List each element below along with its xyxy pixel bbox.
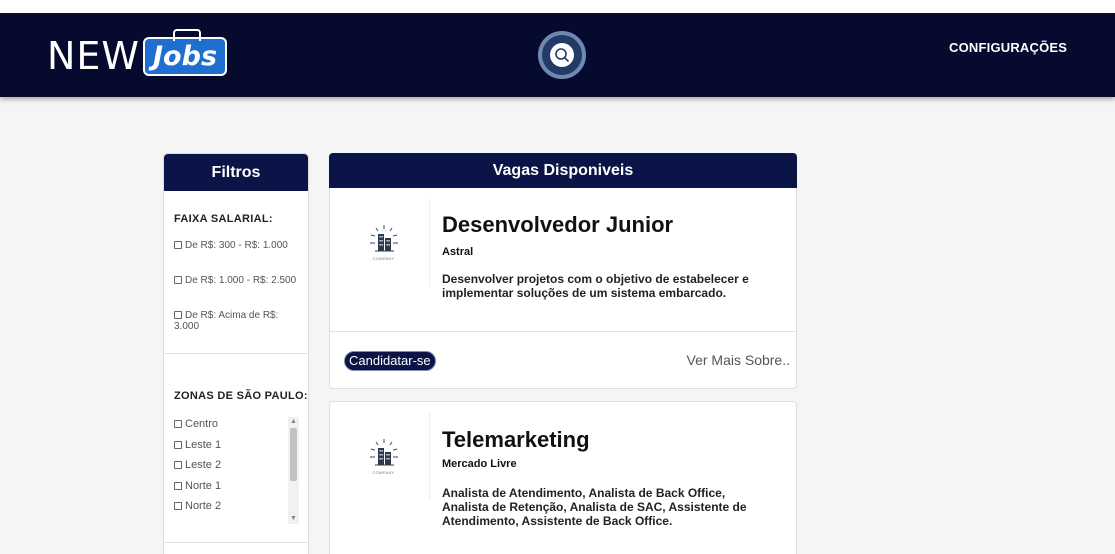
see-more-link[interactable]: Ver Mais Sobre.. bbox=[687, 352, 791, 368]
zones-scrollbar[interactable]: ▲ ▼ bbox=[288, 417, 299, 524]
building-icon bbox=[369, 224, 398, 251]
zone-option-norte-2[interactable]: Norte 2 bbox=[174, 499, 294, 520]
top-navbar: NEW Jobs CONFIGURAÇÕES bbox=[0, 0, 1115, 97]
logo-text-jobs: Jobs bbox=[143, 28, 228, 76]
scroll-up-arrow-icon[interactable]: ▲ bbox=[288, 417, 299, 427]
company-logo: COMPANY bbox=[338, 412, 430, 500]
salary-option-label: De R$: 1.000 - R$: 2.500 bbox=[185, 275, 297, 286]
zones-title: ZONAS DE SÃO PAULO: bbox=[174, 390, 308, 402]
search-button[interactable] bbox=[538, 31, 586, 79]
zone-option-centro[interactable]: Centro bbox=[174, 417, 294, 438]
zone-option-norte-1[interactable]: Norte 1 bbox=[174, 479, 294, 500]
company-logo-caption: COMPANY bbox=[372, 469, 395, 475]
salary-option[interactable]: De R$: Acima de R$: 3.000 bbox=[174, 310, 298, 332]
settings-link[interactable]: CONFIGURAÇÕES bbox=[949, 40, 1067, 55]
company-logo: COMPANY bbox=[338, 198, 430, 286]
job-description: Analista de Atendimento, Analista de Bac… bbox=[442, 486, 747, 528]
checkbox[interactable] bbox=[174, 311, 182, 319]
apply-button[interactable]: Candidatar-se bbox=[344, 351, 436, 371]
zone-option-label: Norte 2 bbox=[185, 500, 222, 512]
scrollbar-thumb[interactable] bbox=[290, 428, 297, 481]
window-top-strip bbox=[0, 0, 1115, 13]
zones-list[interactable]: Centro Leste 1 Leste 2 Norte 1 Norte 2 bbox=[174, 417, 294, 523]
zone-option-label: Norte 1 bbox=[185, 479, 222, 492]
job-company: Astral bbox=[442, 246, 474, 258]
filters-panel: Filtros FAIXA SALARIAL: De R$: 300 - R$:… bbox=[163, 153, 309, 554]
job-title: Desenvolvedor Junior bbox=[442, 212, 674, 237]
zone-option-leste-1[interactable]: Leste 1 bbox=[174, 438, 294, 459]
zone-option-label: Leste 1 bbox=[185, 438, 222, 451]
filter-divider bbox=[164, 353, 308, 354]
newjobs-logo[interactable]: NEW Jobs bbox=[47, 28, 228, 82]
zone-option-label: Leste 2 bbox=[185, 459, 222, 471]
checkbox[interactable] bbox=[174, 241, 182, 249]
job-title: Telemarketing bbox=[442, 427, 590, 452]
filters-title: Filtros bbox=[164, 154, 308, 191]
company-logo-caption: COMPANY bbox=[372, 255, 395, 261]
filter-divider bbox=[164, 542, 308, 543]
search-icon bbox=[550, 43, 574, 67]
checkbox[interactable] bbox=[174, 276, 182, 284]
salary-option-label: De R$: Acima de R$: 3.000 bbox=[174, 310, 279, 332]
job-description: Desenvolver projetos com o objetivo de e… bbox=[442, 272, 749, 300]
card-divider bbox=[330, 331, 796, 332]
zone-option-label: Centro bbox=[185, 418, 219, 430]
salary-option[interactable]: De R$: 1.000 - R$: 2.500 bbox=[174, 275, 298, 286]
job-company: Mercado Livre bbox=[442, 458, 517, 470]
checkbox[interactable] bbox=[174, 420, 182, 428]
checkbox[interactable] bbox=[174, 461, 182, 469]
logo-text-new: NEW bbox=[47, 34, 141, 78]
salary-option[interactable]: De R$: 300 - R$: 1.000 bbox=[174, 240, 298, 251]
checkbox[interactable] bbox=[174, 502, 182, 510]
job-card: COMPANY Telemarketing Mercado Livre Anal… bbox=[329, 401, 797, 554]
zone-option-leste-2[interactable]: Leste 2 bbox=[174, 458, 294, 479]
checkbox[interactable] bbox=[174, 440, 182, 449]
jobs-panel-title: Vagas Disponiveis bbox=[329, 153, 797, 189]
checkbox[interactable] bbox=[174, 481, 182, 490]
building-icon bbox=[369, 438, 398, 465]
job-card: COMPANY Desenvolvedor Junior Astral Dese… bbox=[329, 188, 797, 389]
salary-option-label: De R$: 300 - R$: 1.000 bbox=[185, 240, 288, 251]
salary-range-title: FAIXA SALARIAL: bbox=[174, 213, 273, 225]
scroll-down-arrow-icon[interactable]: ▼ bbox=[288, 514, 299, 524]
